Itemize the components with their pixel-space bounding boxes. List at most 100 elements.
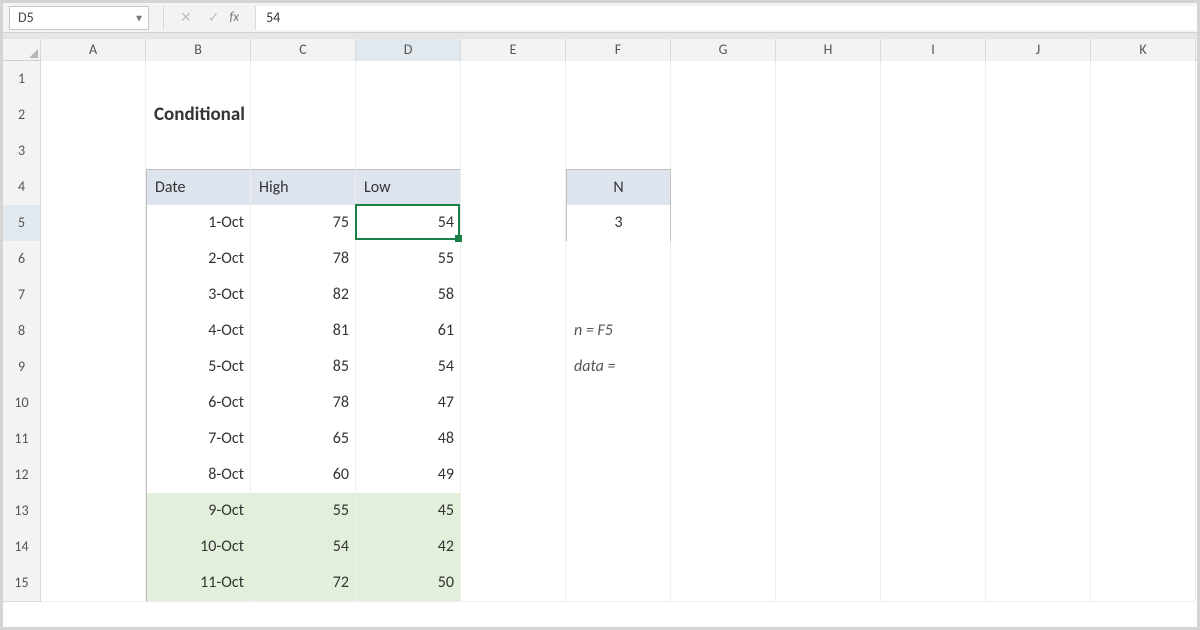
cell-E4[interactable] [461, 169, 566, 207]
cell-G5[interactable] [671, 205, 776, 242]
cell-F13[interactable] [566, 493, 671, 530]
row-header-13[interactable]: 13 [3, 493, 41, 530]
cell-K7[interactable] [1091, 277, 1196, 314]
cell-G6[interactable] [671, 241, 776, 278]
cell-K6[interactable] [1091, 241, 1196, 278]
cell-I7[interactable] [881, 277, 986, 314]
select-all-corner[interactable] [3, 39, 41, 61]
cell-C10[interactable]: 78 [251, 385, 356, 422]
cell-A1[interactable] [41, 61, 146, 98]
cell-J14[interactable] [986, 529, 1091, 566]
cell-A10[interactable] [41, 385, 146, 422]
cell-H13[interactable] [776, 493, 881, 530]
cell-I12[interactable] [881, 457, 986, 494]
cell-H11[interactable] [776, 421, 881, 458]
cancel-icon[interactable]: ✕ [180, 9, 192, 26]
cell-K3[interactable] [1091, 133, 1196, 170]
row-header-5[interactable]: 5 [3, 205, 41, 242]
cell-K8[interactable] [1091, 313, 1196, 350]
cell-C14[interactable]: 54 [251, 529, 356, 566]
cell-K10[interactable] [1091, 385, 1196, 422]
cell-J15[interactable] [986, 565, 1091, 602]
cell-C1[interactable] [251, 61, 356, 98]
cell-J11[interactable] [986, 421, 1091, 458]
row-header-1[interactable]: 1 [3, 61, 41, 98]
row-header-14[interactable]: 14 [3, 529, 41, 566]
cell-H7[interactable] [776, 277, 881, 314]
cell-K12[interactable] [1091, 457, 1196, 494]
cell-D11[interactable]: 48 [356, 421, 461, 458]
col-header-B[interactable]: B [146, 39, 251, 61]
name-box[interactable]: D5 ▼ [9, 6, 149, 30]
cell-H8[interactable] [776, 313, 881, 350]
row-header-8[interactable]: 8 [3, 313, 41, 350]
cell-E12[interactable] [461, 457, 566, 494]
cell-K13[interactable] [1091, 493, 1196, 530]
cell-D5[interactable]: 54 [356, 205, 461, 242]
cell-B1[interactable] [146, 61, 251, 98]
cell-F4[interactable]: N [566, 169, 671, 207]
cell-D8[interactable]: 61 [356, 313, 461, 350]
cell-B13[interactable]: 9-Oct [146, 493, 251, 530]
cell-J12[interactable] [986, 457, 1091, 494]
cell-G14[interactable] [671, 529, 776, 566]
cell-D13[interactable]: 45 [356, 493, 461, 530]
cell-A15[interactable] [41, 565, 146, 602]
col-header-A[interactable]: A [41, 39, 146, 61]
formula-input[interactable]: 54 [255, 6, 1197, 30]
name-box-dropdown-icon[interactable]: ▼ [134, 11, 144, 24]
cell-F11[interactable] [566, 421, 671, 458]
cell-H5[interactable] [776, 205, 881, 242]
spreadsheet-grid[interactable]: A B C D E F G H I J K 12Conditional form… [3, 39, 1197, 601]
cell-A8[interactable] [41, 313, 146, 350]
cell-B12[interactable]: 8-Oct [146, 457, 251, 494]
cell-B5[interactable]: 1-Oct [146, 205, 251, 242]
cell-G8[interactable] [671, 313, 776, 350]
cell-E13[interactable] [461, 493, 566, 530]
cell-A4[interactable] [41, 169, 146, 207]
cell-C3[interactable] [251, 133, 356, 170]
cell-F6[interactable] [566, 241, 671, 278]
cell-I3[interactable] [881, 133, 986, 170]
col-header-J[interactable]: J [986, 39, 1091, 61]
cell-J8[interactable] [986, 313, 1091, 350]
row-header-7[interactable]: 7 [3, 277, 41, 314]
cell-A14[interactable] [41, 529, 146, 566]
cell-H3[interactable] [776, 133, 881, 170]
col-header-I[interactable]: I [881, 39, 986, 61]
col-header-G[interactable]: G [671, 39, 776, 61]
cell-H4[interactable] [776, 169, 881, 207]
cell-J7[interactable] [986, 277, 1091, 314]
cell-I8[interactable] [881, 313, 986, 350]
col-header-H[interactable]: H [776, 39, 881, 61]
cell-A11[interactable] [41, 421, 146, 458]
cell-D10[interactable]: 47 [356, 385, 461, 422]
cell-H12[interactable] [776, 457, 881, 494]
cell-F15[interactable] [566, 565, 671, 602]
cell-G4[interactable] [671, 169, 776, 207]
cell-D4[interactable]: Low [356, 169, 461, 207]
cell-K4[interactable] [1091, 169, 1196, 207]
cell-K14[interactable] [1091, 529, 1196, 566]
cell-E10[interactable] [461, 385, 566, 422]
cell-G11[interactable] [671, 421, 776, 458]
cell-B6[interactable]: 2-Oct [146, 241, 251, 278]
cell-J6[interactable] [986, 241, 1091, 278]
cell-C12[interactable]: 60 [251, 457, 356, 494]
cell-J4[interactable] [986, 169, 1091, 207]
cell-F7[interactable] [566, 277, 671, 314]
cell-H10[interactable] [776, 385, 881, 422]
fx-icon[interactable]: fx [229, 10, 239, 25]
cell-I1[interactable] [881, 61, 986, 98]
cell-A7[interactable] [41, 277, 146, 314]
row-header-11[interactable]: 11 [3, 421, 41, 458]
cell-G13[interactable] [671, 493, 776, 530]
row-header-12[interactable]: 12 [3, 457, 41, 494]
cell-K5[interactable] [1091, 205, 1196, 242]
cell-E15[interactable] [461, 565, 566, 602]
col-header-E[interactable]: E [461, 39, 566, 61]
cell-C5[interactable]: 75 [251, 205, 356, 242]
row-header-3[interactable]: 3 [3, 133, 41, 170]
row-header-15[interactable]: 15 [3, 565, 41, 602]
cell-C7[interactable]: 82 [251, 277, 356, 314]
